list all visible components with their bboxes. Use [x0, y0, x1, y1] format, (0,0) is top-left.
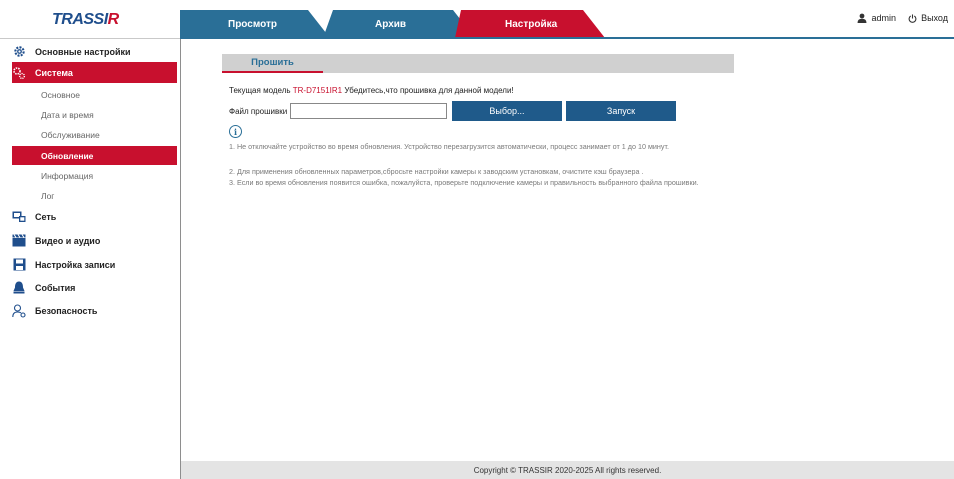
clapperboard-icon: [12, 234, 26, 248]
sidebar-subitem-general[interactable]: Основное: [12, 85, 177, 104]
sidebar-item-video-audio[interactable]: Видео и аудио: [12, 230, 177, 251]
sidebar-item-label: Безопасность: [35, 305, 98, 316]
info-icon: i: [229, 125, 242, 138]
model-suffix: Убедитесь,что прошивка для данной модели…: [342, 86, 514, 95]
logout-button[interactable]: Выход: [908, 13, 948, 23]
sidebar-item-label: Основные настройки: [35, 46, 131, 57]
copyright-text: Copyright © TRASSIR 2020-2025 All rights…: [473, 465, 662, 475]
footer: Copyright © TRASSIR 2020-2025 All rights…: [181, 461, 954, 479]
note-1: 1. Не отключайте устройство во время обн…: [229, 142, 669, 151]
note-3: 3. Если во время обновления появится оши…: [229, 178, 699, 187]
sidebar: Основные настройки Система Основное Дата…: [0, 39, 181, 461]
user-menu[interactable]: admin: [857, 13, 896, 23]
model-prefix: Текущая модель: [229, 86, 293, 95]
user-lock-icon: [12, 303, 26, 318]
model-name: TR-D7151IR1: [292, 86, 343, 95]
sidebar-item-system[interactable]: Система: [12, 62, 177, 83]
gears-icon: [12, 66, 26, 80]
user-icon: [857, 13, 867, 23]
sidebar-item-events[interactable]: События: [12, 277, 177, 298]
floppy-icon: [12, 258, 26, 272]
firmware-file-label: Файл прошивки: [229, 107, 288, 116]
tab-view[interactable]: Просмотр: [180, 10, 330, 38]
sidebar-subitem-log[interactable]: Лог: [12, 186, 177, 205]
sidebar-subitem-information[interactable]: Информация: [12, 166, 177, 185]
sidebar-item-label: Система: [35, 67, 73, 78]
sidebar-item-basic-settings[interactable]: Основные настройки: [12, 41, 177, 62]
start-button[interactable]: Запуск: [566, 101, 676, 121]
browse-button[interactable]: Выбор...: [452, 101, 562, 121]
user-name: admin: [871, 13, 896, 23]
main-content: Прошить Текущая модель TR-D7151IR1 Убеди…: [181, 39, 954, 461]
tab-archive[interactable]: Архив: [323, 10, 475, 38]
tab-firmware[interactable]: Прошить: [222, 54, 323, 73]
sidebar-item-recording[interactable]: Настройка записи: [12, 254, 177, 275]
sidebar-footer-spacer: [0, 461, 181, 479]
note-2: 2. Для применения обновленных параметров…: [229, 167, 644, 176]
sidebar-item-security[interactable]: Безопасность: [12, 300, 177, 321]
trassir-logo[interactable]: TRASSIR: [52, 11, 119, 29]
network-icon: [12, 210, 26, 224]
model-info: Текущая модель TR-D7151IR1 Убедитесь,что…: [229, 86, 514, 95]
sidebar-subitem-date-time[interactable]: Дата и время: [12, 105, 177, 124]
tab-settings[interactable]: Настройка: [455, 10, 605, 38]
main-tabs: Просмотр Архив Настройка: [180, 10, 610, 38]
sidebar-subitem-maintenance[interactable]: Обслуживание: [12, 125, 177, 144]
sidebar-item-label: Видео и аудио: [35, 235, 101, 246]
logout-label: Выход: [921, 13, 948, 23]
sidebar-subitem-update[interactable]: Обновление: [12, 146, 177, 165]
power-icon: [908, 13, 917, 23]
firmware-file-input[interactable]: [290, 103, 447, 119]
sidebar-item-label: События: [35, 282, 76, 293]
sidebar-item-label: Сеть: [35, 211, 57, 222]
content-tabbar: Прошить: [222, 54, 734, 73]
gear-icon: [12, 45, 26, 59]
alarm-icon: [12, 281, 26, 295]
sidebar-item-label: Настройка записи: [35, 259, 116, 270]
sidebar-item-network[interactable]: Сеть: [12, 206, 177, 227]
